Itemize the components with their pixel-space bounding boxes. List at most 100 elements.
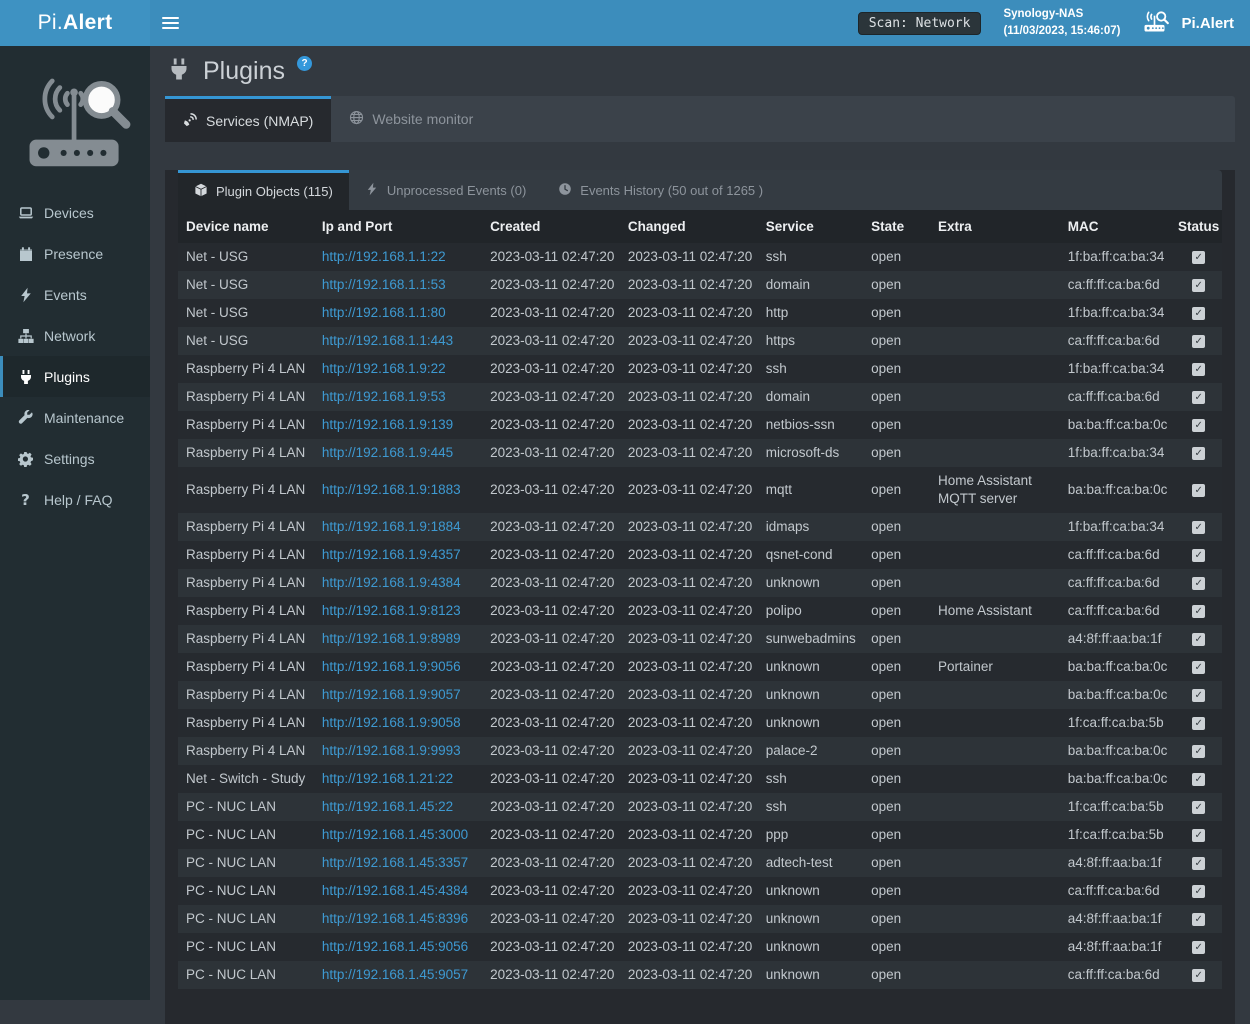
ip-port-link[interactable]: http://192.168.1.9:1884	[322, 519, 461, 534]
ip-port-link[interactable]: http://192.168.1.45:22	[322, 799, 453, 814]
check-icon: ✓	[1194, 484, 1202, 497]
status-checkbox-checked[interactable]: ✓	[1192, 605, 1205, 618]
ip-port-cell: http://192.168.1.9:8989	[314, 625, 482, 653]
status-checkbox-checked[interactable]: ✓	[1192, 717, 1205, 730]
ip-port-link[interactable]: http://192.168.1.45:3357	[322, 855, 468, 870]
status-checkbox-checked[interactable]: ✓	[1192, 969, 1205, 982]
mac-cell: 1f:ba:ff:ca:ba:34	[1060, 243, 1176, 271]
status-checkbox-checked[interactable]: ✓	[1192, 885, 1205, 898]
status-checkbox-checked[interactable]: ✓	[1192, 279, 1205, 292]
sidebar-item-events[interactable]: Events	[0, 274, 150, 315]
ip-port-link[interactable]: http://192.168.1.45:4384	[322, 883, 468, 898]
app-logo[interactable]: Pi.Alert	[0, 0, 150, 46]
column-header-ip-and-port[interactable]: Ip and Port	[314, 210, 482, 243]
ip-port-link[interactable]: http://192.168.1.9:139	[322, 417, 453, 432]
status-checkbox-checked[interactable]: ✓	[1192, 447, 1205, 460]
column-header-created[interactable]: Created	[482, 210, 620, 243]
ip-port-link[interactable]: http://192.168.1.1:53	[322, 277, 446, 292]
extra-cell	[930, 905, 1060, 933]
status-checkbox-checked[interactable]: ✓	[1192, 633, 1205, 646]
ip-port-link[interactable]: http://192.168.1.21:22	[322, 771, 453, 786]
service-cell: ssh	[758, 243, 863, 271]
help-badge[interactable]: ?	[297, 56, 312, 71]
column-header-service[interactable]: Service	[758, 210, 863, 243]
status-checkbox-checked[interactable]: ✓	[1192, 857, 1205, 870]
ip-port-link[interactable]: http://192.168.1.1:22	[322, 249, 446, 264]
device-name-cell: Raspberry Pi 4 LAN	[178, 383, 314, 411]
mac-cell: ba:ba:ff:ca:ba:0c	[1060, 765, 1176, 793]
device-name-cell: Raspberry Pi 4 LAN	[178, 709, 314, 737]
tab-website-monitor[interactable]: Website monitor	[331, 96, 491, 142]
ip-port-link[interactable]: http://192.168.1.1:80	[322, 305, 446, 320]
column-header-extra[interactable]: Extra	[930, 210, 1060, 243]
sidebar-item-presence[interactable]: Presence	[0, 233, 150, 274]
status-checkbox-checked[interactable]: ✓	[1192, 801, 1205, 814]
sidebar-item-plugins[interactable]: Plugins	[0, 356, 150, 397]
subtab-plugin-objects-115[interactable]: Plugin Objects (115)	[178, 170, 349, 210]
ip-port-link[interactable]: http://192.168.1.9:445	[322, 445, 453, 460]
state-cell: open	[863, 299, 930, 327]
sidebar-item-help-faq[interactable]: ?Help / FAQ	[0, 479, 150, 520]
tab-services-nmap[interactable]: Services (NMAP)	[165, 96, 331, 142]
brand-link[interactable]: Pi.Alert	[1142, 9, 1234, 38]
ip-port-link[interactable]: http://192.168.1.9:1883	[322, 482, 461, 497]
column-header-changed[interactable]: Changed	[620, 210, 758, 243]
tab-label: Website monitor	[372, 111, 473, 127]
column-header-status[interactable]: Status	[1175, 210, 1222, 243]
status-checkbox-checked[interactable]: ✓	[1192, 661, 1205, 674]
status-checkbox-checked[interactable]: ✓	[1192, 335, 1205, 348]
status-checkbox-checked[interactable]: ✓	[1192, 577, 1205, 590]
subtab-unprocessed-events-0[interactable]: Unprocessed Events (0)	[349, 170, 542, 210]
sidebar-item-devices[interactable]: Devices	[0, 192, 150, 233]
bolt-icon	[365, 182, 379, 199]
ip-port-link[interactable]: http://192.168.1.45:3000	[322, 827, 468, 842]
ip-port-link[interactable]: http://192.168.1.45:9057	[322, 967, 468, 982]
column-header-device-name[interactable]: Device name	[178, 210, 314, 243]
status-checkbox-checked[interactable]: ✓	[1192, 773, 1205, 786]
status-checkbox-checked[interactable]: ✓	[1192, 251, 1205, 264]
device-name-cell: Raspberry Pi 4 LAN	[178, 439, 314, 467]
state-cell: open	[863, 877, 930, 905]
ip-port-link[interactable]: http://192.168.1.1:443	[322, 333, 453, 348]
status-checkbox-checked[interactable]: ✓	[1192, 521, 1205, 534]
sidebar-toggle-button[interactable]	[150, 0, 190, 46]
ip-port-link[interactable]: http://192.168.1.9:9056	[322, 659, 461, 674]
ip-port-link[interactable]: http://192.168.1.9:8989	[322, 631, 461, 646]
status-checkbox-checked[interactable]: ✓	[1192, 689, 1205, 702]
ip-port-link[interactable]: http://192.168.1.45:8396	[322, 911, 468, 926]
ip-port-link[interactable]: http://192.168.1.9:9057	[322, 687, 461, 702]
ip-port-link[interactable]: http://192.168.1.9:9058	[322, 715, 461, 730]
status-checkbox-checked[interactable]: ✓	[1192, 363, 1205, 376]
service-cell: unknown	[758, 653, 863, 681]
status-checkbox-checked[interactable]: ✓	[1192, 941, 1205, 954]
subtab-events-history-50-out-of-1265[interactable]: Events History (50 out of 1265 )	[542, 170, 779, 210]
sidebar-item-settings[interactable]: Settings	[0, 438, 150, 479]
column-header-state[interactable]: State	[863, 210, 930, 243]
service-cell: domain	[758, 383, 863, 411]
status-checkbox-checked[interactable]: ✓	[1192, 913, 1205, 926]
ip-port-link[interactable]: http://192.168.1.9:4384	[322, 575, 461, 590]
ip-port-link[interactable]: http://192.168.1.45:9056	[322, 939, 468, 954]
sidebar-item-maintenance[interactable]: Maintenance	[0, 397, 150, 438]
ip-port-link[interactable]: http://192.168.1.9:9993	[322, 743, 461, 758]
device-name-cell: Raspberry Pi 4 LAN	[178, 541, 314, 569]
ip-port-link[interactable]: http://192.168.1.9:4357	[322, 547, 461, 562]
sidebar-item-network[interactable]: Network	[0, 315, 150, 356]
status-checkbox-checked[interactable]: ✓	[1192, 829, 1205, 842]
status-checkbox-checked[interactable]: ✓	[1192, 745, 1205, 758]
state-cell: open	[863, 569, 930, 597]
created-cell: 2023-03-11 02:47:20	[482, 849, 620, 877]
status-checkbox-checked[interactable]: ✓	[1192, 307, 1205, 320]
status-checkbox-checked[interactable]: ✓	[1192, 419, 1205, 432]
state-cell: open	[863, 597, 930, 625]
status-checkbox-checked[interactable]: ✓	[1192, 484, 1205, 497]
ip-port-link[interactable]: http://192.168.1.9:53	[322, 389, 446, 404]
status-cell: ✓	[1175, 877, 1222, 905]
status-checkbox-checked[interactable]: ✓	[1192, 549, 1205, 562]
ip-port-link[interactable]: http://192.168.1.9:22	[322, 361, 446, 376]
status-checkbox-checked[interactable]: ✓	[1192, 391, 1205, 404]
sidebar-item-label: Events	[44, 287, 87, 303]
ip-port-link[interactable]: http://192.168.1.9:8123	[322, 603, 461, 618]
column-header-mac[interactable]: MAC	[1060, 210, 1176, 243]
mac-cell: ca:ff:ff:ca:ba:6d	[1060, 383, 1176, 411]
